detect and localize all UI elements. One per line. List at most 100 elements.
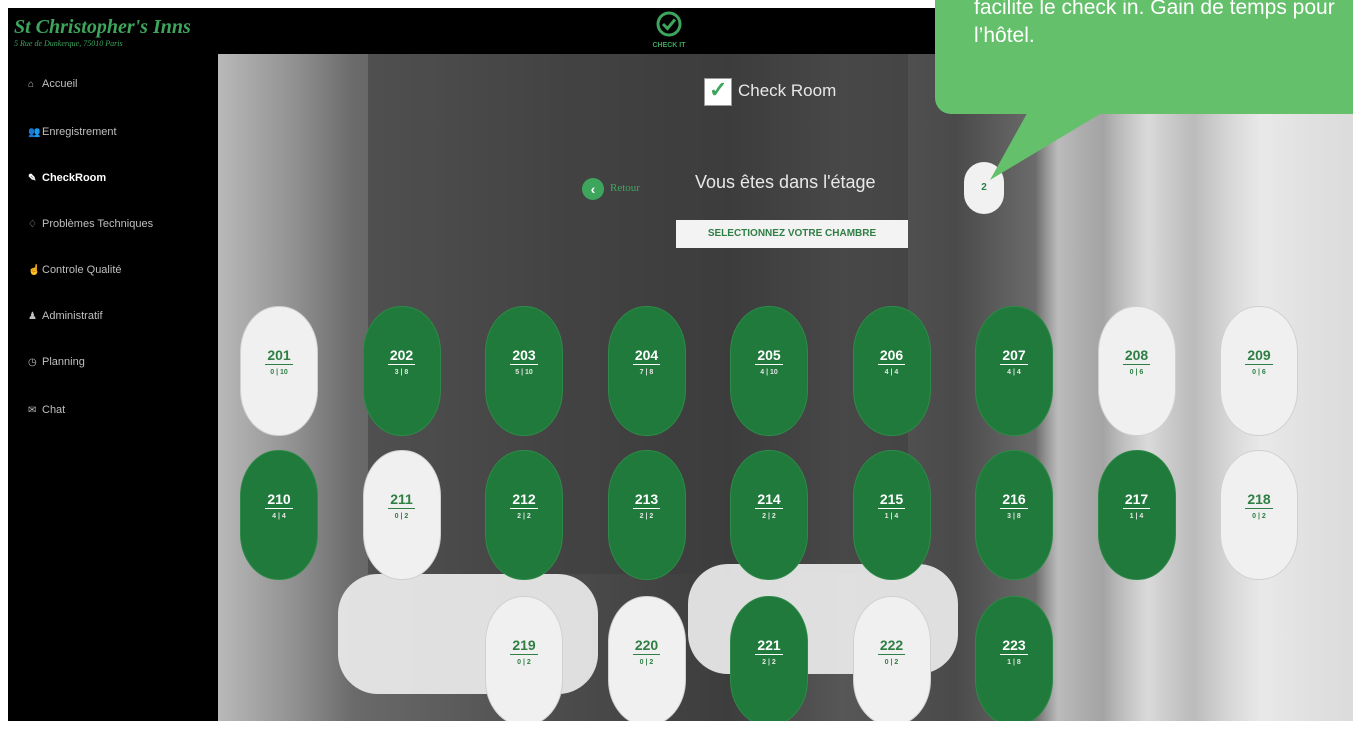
room-209-button[interactable]: 209 0 | 6 (1220, 306, 1298, 436)
room-216-button[interactable]: 216 3 | 8 (975, 450, 1053, 580)
room-occupancy: 2 | 2 (639, 513, 654, 520)
room-occupancy: 0 | 2 (517, 659, 531, 666)
room-occupancy: 2 | 2 (517, 513, 531, 520)
room-occupancy: 7 | 8 (639, 369, 654, 376)
brand-address: 5 Rue de Dunkerque, 75010 Paris (14, 39, 123, 48)
room-number: 218 (1245, 491, 1273, 509)
room-number: 219 (510, 637, 538, 655)
room-number: 221 (755, 637, 783, 655)
room-occupancy: 5 | 10 (515, 369, 533, 376)
sidebar-item-problemes-techniques[interactable]: ♢ Problèmes Techniques (28, 218, 153, 230)
sidebar-item-label: Enregistrement (42, 126, 117, 138)
main-content: ✓ Check Room ‹ Retour Vous êtes dans l'é… (218, 54, 1353, 721)
thumbs-up-icon: ☝ (28, 265, 41, 276)
room-208-button[interactable]: 208 0 | 6 (1097, 306, 1176, 436)
sidebar-item-administratif[interactable]: ♟ Administratif (28, 310, 103, 322)
home-icon: ⌂ (28, 79, 35, 90)
room-occupancy: 0 | 2 (1252, 513, 1266, 520)
room-202-button[interactable]: 202 3 | 8 (362, 306, 441, 436)
room-211-button[interactable]: 211 0 | 2 (362, 450, 441, 580)
room-occupancy: 1 | 4 (884, 513, 899, 520)
check-icon: ✓ (709, 77, 728, 102)
sidebar-item-label: Controle Qualité (42, 264, 122, 276)
room-occupancy: 3 | 8 (394, 369, 409, 376)
room-occupancy: 0 | 2 (639, 659, 654, 666)
room-occupancy: 1 | 8 (1007, 659, 1021, 666)
room-number: 211 (388, 491, 415, 509)
room-occupancy: 0 | 2 (394, 513, 409, 520)
sidebar-item-enregistrement[interactable]: 👥 Enregistrement (28, 126, 117, 138)
room-number: 216 (1000, 491, 1028, 509)
brand-name[interactable]: St Christopher's Inns (14, 16, 191, 39)
sidebar-item-label: Administratif (42, 310, 103, 322)
chevron-left-icon: ‹ (590, 181, 596, 197)
sidebar-item-planning[interactable]: ◷ Planning (28, 356, 85, 368)
sidebar-item-label: Problèmes Techniques (42, 218, 154, 230)
room-number: 201 (265, 347, 293, 365)
sidebar: ⌂ Accueil 👥 Enregistrement ✎ CheckRoom ♢ Pro… (8, 54, 218, 721)
room-occupancy: 0 | 6 (1252, 369, 1266, 376)
check-room-checkbox[interactable]: ✓ (704, 77, 732, 106)
lightbulb-icon: ♢ (28, 219, 37, 230)
sidebar-item-accueil[interactable]: ⌂ Accueil (28, 78, 77, 90)
room-occupancy: 0 | 6 (1129, 369, 1144, 376)
room-205-button[interactable]: 205 4 | 10 (730, 306, 808, 436)
room-223-button[interactable]: 223 1 | 8 (975, 596, 1053, 721)
room-213-button[interactable]: 213 2 | 2 (607, 450, 686, 580)
check-it-logo: CHECK IT (648, 11, 690, 51)
room-number: 207 (1000, 347, 1028, 365)
room-222-button[interactable]: 222 0 | 2 (852, 596, 931, 721)
room-number: 205 (755, 347, 783, 365)
room-212-button[interactable]: 212 2 | 2 (485, 450, 563, 580)
sidebar-item-controle-qualite[interactable]: ☝ Controle Qualité (28, 264, 122, 276)
select-room-button[interactable]: SELECTIONNEZ VOTRE CHAMBRE (676, 220, 908, 248)
room-221-button[interactable]: 221 2 | 2 (730, 596, 808, 721)
room-number: 220 (632, 637, 661, 655)
room-number: 203 (510, 347, 538, 365)
floor-label: Vous êtes dans l'étage (695, 172, 876, 192)
room-number: 223 (1000, 637, 1028, 655)
room-206-button[interactable]: 206 4 | 4 (852, 306, 931, 436)
room-occupancy: 3 | 8 (1007, 513, 1021, 520)
room-220-button[interactable]: 220 0 | 2 (607, 596, 686, 721)
room-201-button[interactable]: 201 0 | 10 (240, 306, 318, 436)
user-icon: ♟ (28, 311, 37, 322)
callout-text: facilite le check in. Gain de temps pour… (974, 0, 1335, 47)
room-number: 214 (755, 491, 783, 509)
floor-number-badge[interactable]: 2 (964, 162, 1004, 214)
room-210-button[interactable]: 210 4 | 4 (240, 450, 318, 580)
room-number: 213 (632, 491, 661, 509)
back-button[interactable]: ‹ (582, 178, 604, 200)
room-number: 204 (632, 347, 661, 365)
back-link[interactable]: Retour (610, 182, 640, 194)
room-occupancy: 4 | 4 (1007, 369, 1021, 376)
check-circle-icon (656, 11, 682, 37)
edit-icon: ✎ (28, 173, 37, 184)
room-204-button[interactable]: 204 7 | 8 (607, 306, 686, 436)
chat-icon: ✉ (28, 405, 37, 416)
room-occupancy: 0 | 10 (270, 369, 288, 376)
room-214-button[interactable]: 214 2 | 2 (730, 450, 808, 580)
room-218-button[interactable]: 218 0 | 2 (1220, 450, 1298, 580)
room-occupancy: 4 | 4 (884, 369, 899, 376)
room-number: 217 (1122, 491, 1151, 509)
room-occupancy: 1 | 4 (1129, 513, 1144, 520)
sidebar-item-checkroom[interactable]: ✎ CheckRoom (28, 172, 106, 184)
sidebar-item-label: CheckRoom (42, 172, 107, 184)
room-number: 210 (265, 491, 293, 509)
room-217-button[interactable]: 217 1 | 4 (1097, 450, 1176, 580)
room-number: 202 (387, 347, 416, 365)
sidebar-item-label: Planning (42, 356, 85, 368)
room-number: 212 (510, 491, 538, 509)
room-203-button[interactable]: 203 5 | 10 (485, 306, 563, 436)
sidebar-item-label: Chat (42, 404, 66, 416)
room-occupancy: 4 | 4 (272, 513, 286, 520)
users-icon: 👥 (28, 127, 41, 138)
sidebar-item-chat[interactable]: ✉ Chat (28, 404, 65, 416)
room-219-button[interactable]: 219 0 | 2 (485, 596, 563, 721)
room-215-button[interactable]: 215 1 | 4 (852, 450, 931, 580)
room-207-button[interactable]: 207 4 | 4 (975, 306, 1053, 436)
room-number: 206 (877, 347, 906, 365)
page-title: Check Room (738, 81, 837, 100)
clock-icon: ◷ (28, 357, 37, 368)
